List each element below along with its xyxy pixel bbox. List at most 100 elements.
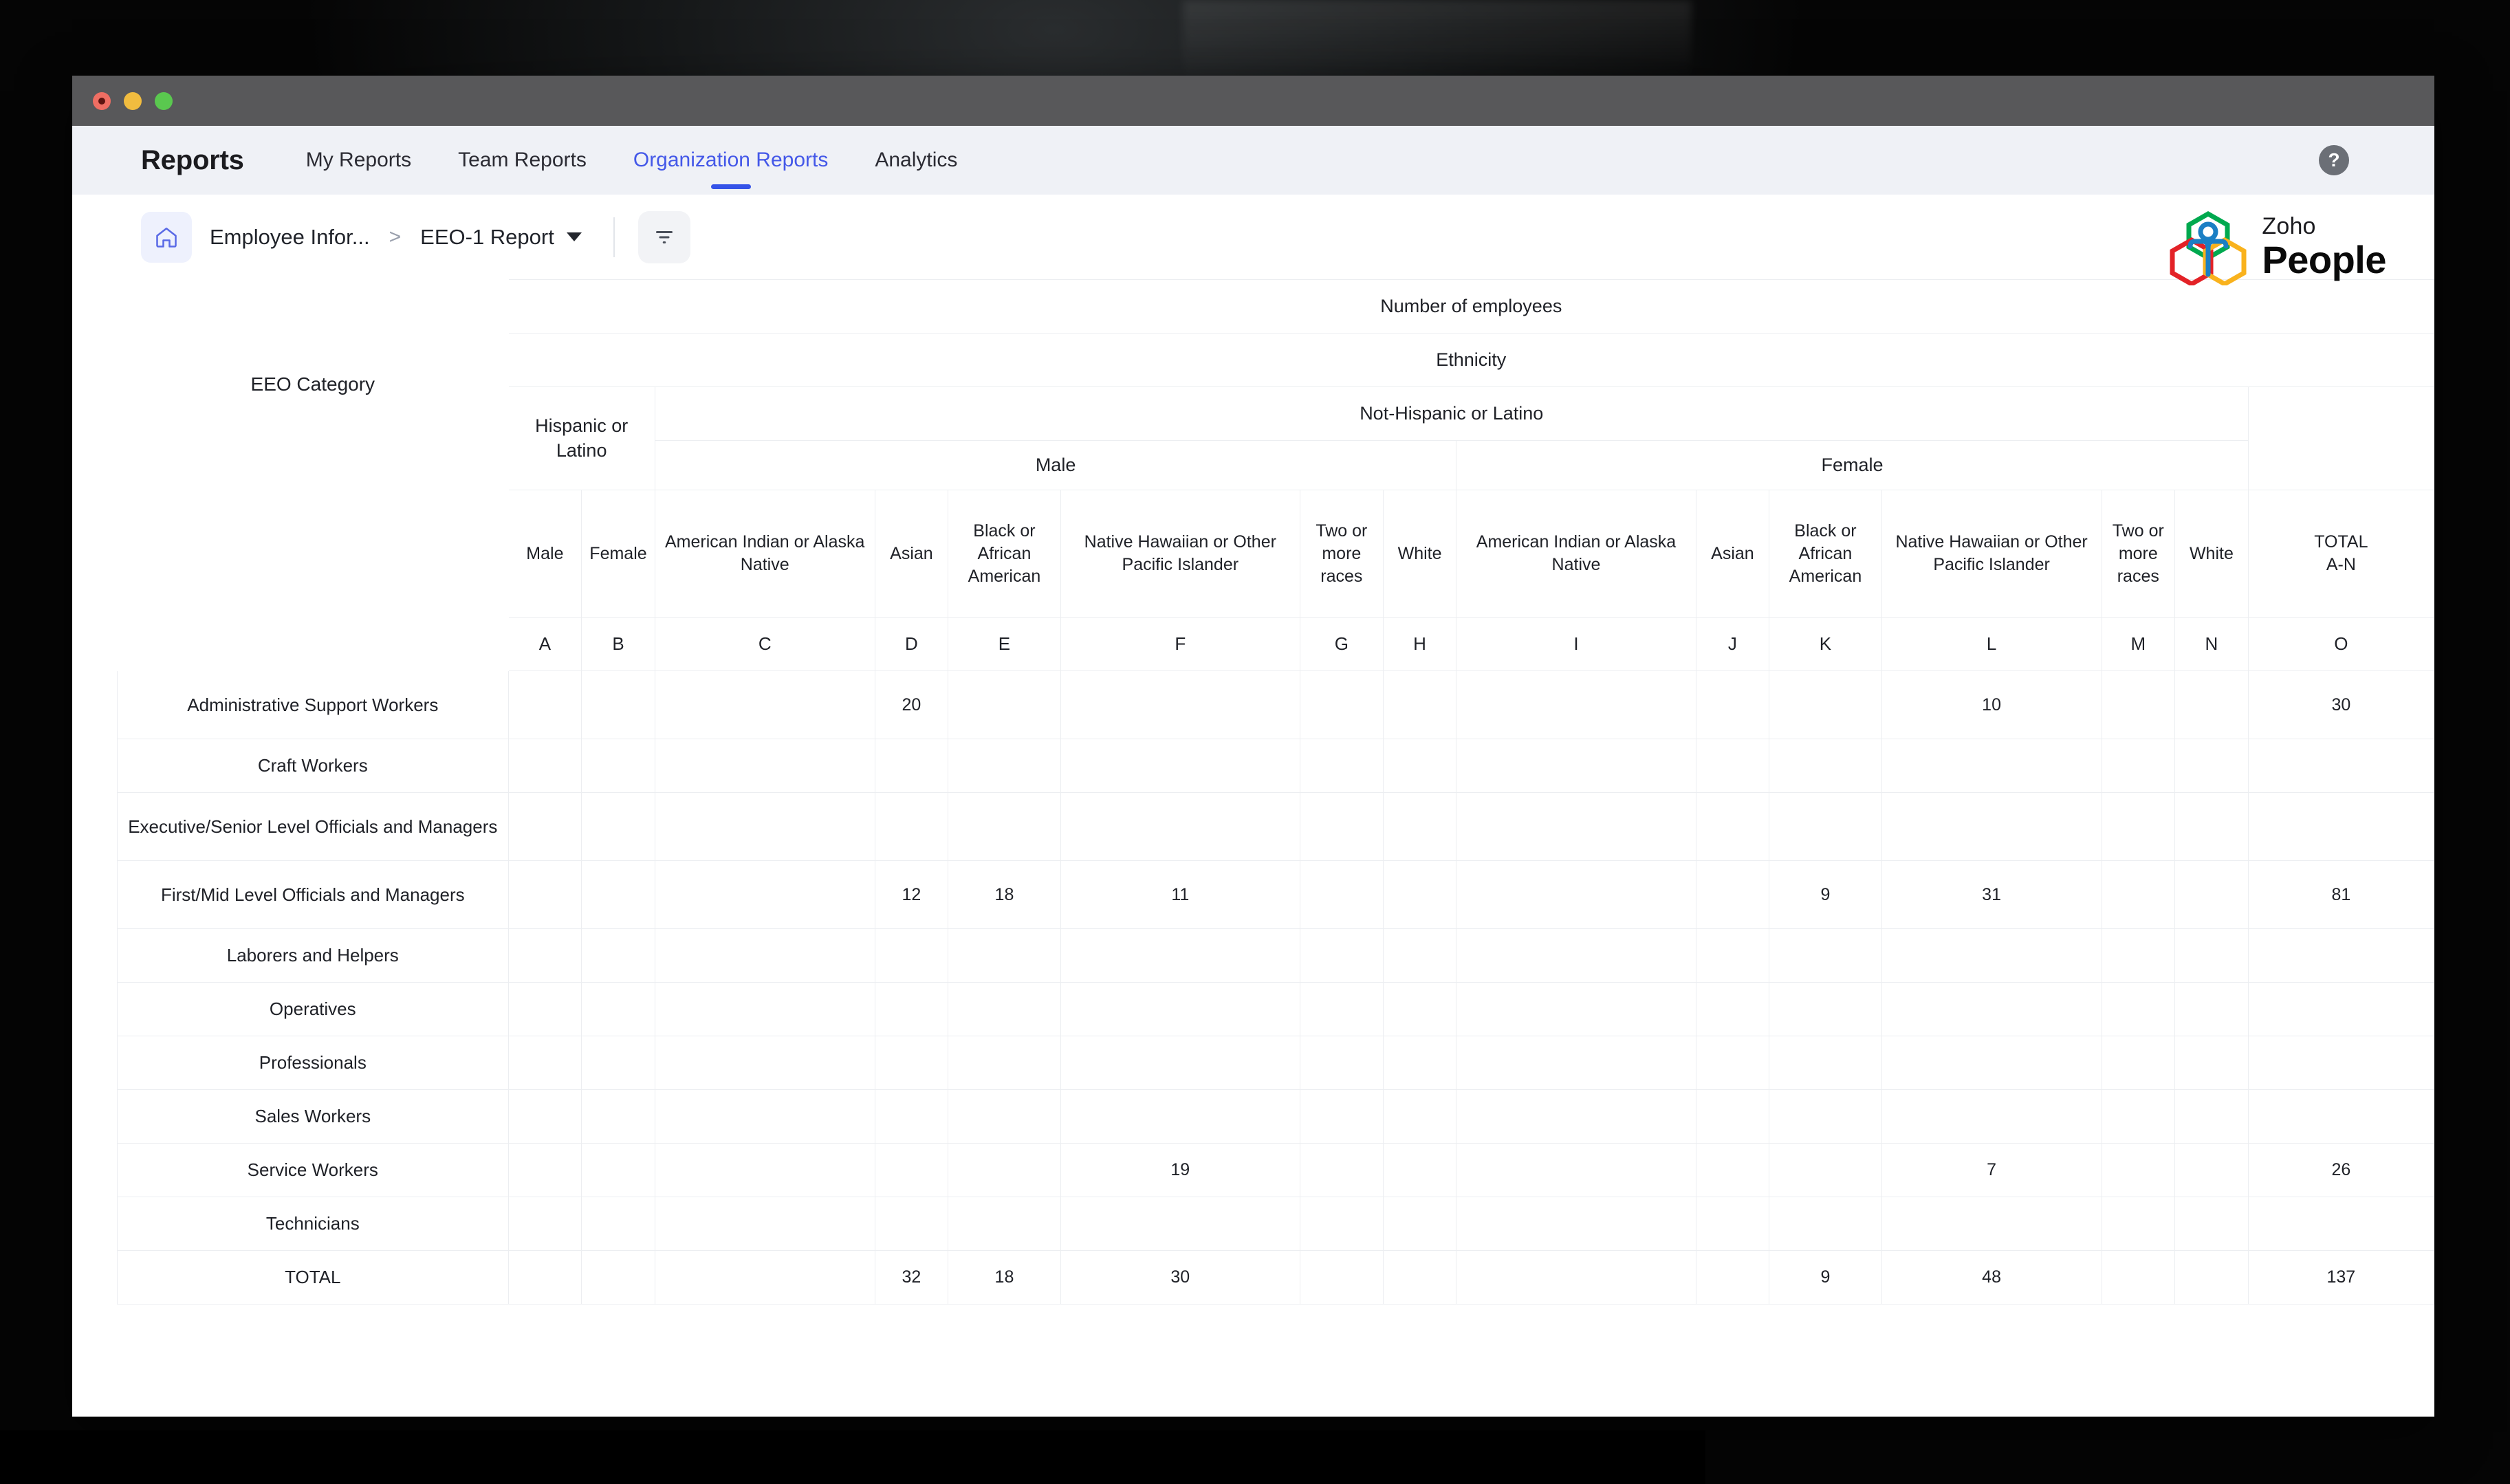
cell-J bbox=[1695, 1197, 1770, 1251]
zoho-hex-icon bbox=[2170, 210, 2247, 285]
cell-F bbox=[1060, 792, 1300, 861]
cell-A bbox=[508, 982, 582, 1036]
cell-B bbox=[581, 1036, 655, 1090]
table-row: Operatives bbox=[117, 982, 2434, 1036]
col-header-male-tworaces: Two or more races bbox=[1299, 490, 1384, 618]
cell-K bbox=[1769, 928, 1882, 983]
cell-N bbox=[2174, 928, 2249, 983]
col-letter-i: I bbox=[1456, 617, 1696, 671]
minimize-window-button[interactable] bbox=[124, 91, 142, 110]
col-header-male-amerindian: American Indian or Alaska Native bbox=[654, 490, 875, 618]
cell-N bbox=[2174, 1197, 2249, 1251]
table-row: Service Workers 19 7 26 bbox=[117, 1143, 2434, 1197]
cell-A bbox=[508, 1036, 582, 1090]
close-window-button[interactable] bbox=[93, 91, 111, 110]
total-header-line2: A-N bbox=[2326, 555, 2356, 574]
cell-M bbox=[2101, 1197, 2176, 1251]
row-label: TOTAL bbox=[117, 1250, 509, 1305]
cell-B bbox=[581, 982, 655, 1036]
cell-D: 12 bbox=[874, 860, 949, 929]
chevron-down-icon[interactable] bbox=[566, 232, 582, 241]
tab-team-reports[interactable]: Team Reports bbox=[458, 126, 587, 195]
cell-M bbox=[2101, 1089, 2176, 1144]
col-letter-a: A bbox=[508, 617, 582, 671]
col-header-hisp-male: Male bbox=[508, 490, 582, 618]
col-header-female-black: Black or African American bbox=[1769, 490, 1882, 618]
cell-N bbox=[2174, 982, 2249, 1036]
cell-E bbox=[948, 1089, 1061, 1144]
cell-D bbox=[874, 739, 949, 793]
cell-N bbox=[2174, 1143, 2249, 1197]
breadcrumb-current[interactable]: EEO-1 Report bbox=[420, 225, 554, 250]
cell-G bbox=[1299, 670, 1384, 739]
cell-I bbox=[1456, 982, 1696, 1036]
cell-E bbox=[948, 670, 1061, 739]
breadcrumb-parent[interactable]: Employee Infor... bbox=[210, 225, 370, 250]
col-letter-h: H bbox=[1382, 617, 1457, 671]
cell-J bbox=[1695, 982, 1770, 1036]
cell-M bbox=[2101, 739, 2176, 793]
row-label: Administrative Support Workers bbox=[117, 670, 509, 739]
cell-F bbox=[1060, 1036, 1300, 1090]
total-header-line1: TOTAL bbox=[2314, 532, 2368, 552]
cell-D bbox=[874, 1089, 949, 1144]
filter-icon[interactable] bbox=[637, 210, 690, 263]
cell-L bbox=[1881, 1036, 2102, 1090]
col-header-total-an: TOTAL A-N bbox=[2247, 490, 2434, 618]
table-row: Professionals bbox=[117, 1036, 2434, 1090]
cell-K bbox=[1769, 739, 1882, 793]
tab-organization-reports[interactable]: Organization Reports bbox=[633, 126, 828, 195]
spacer-cell bbox=[118, 618, 509, 671]
cell-F bbox=[1060, 982, 1300, 1036]
main-tabs: My Reports Team Reports Organization Rep… bbox=[306, 126, 1005, 195]
cell-C bbox=[654, 1089, 875, 1144]
header-number-of-employees: Number of employees bbox=[508, 279, 2434, 334]
table-row-total: TOTAL 32 18 30 9 48 137 bbox=[117, 1250, 2434, 1305]
spacer-cell bbox=[118, 490, 509, 618]
cell-C bbox=[654, 1036, 875, 1090]
cell-B bbox=[581, 739, 655, 793]
app-window: Reports My Reports Team Reports Organiza… bbox=[72, 76, 2434, 1417]
cell-G bbox=[1299, 928, 1384, 983]
table-row: Administrative Support Workers 20 10 30 bbox=[117, 670, 2434, 739]
table-row: First/Mid Level Officials and Managers 12… bbox=[117, 860, 2434, 929]
cell-K bbox=[1769, 670, 1882, 739]
help-icon[interactable]: ? bbox=[2319, 145, 2349, 175]
cell-H bbox=[1382, 670, 1457, 739]
cell-H bbox=[1382, 739, 1457, 793]
cell-E: 18 bbox=[948, 860, 1061, 929]
col-header-hisp-female: Female bbox=[581, 490, 655, 618]
cell-I bbox=[1456, 1036, 1696, 1090]
cell-E bbox=[948, 928, 1061, 983]
cell-A bbox=[508, 670, 582, 739]
tab-my-reports[interactable]: My Reports bbox=[306, 126, 411, 195]
home-icon[interactable] bbox=[141, 211, 192, 263]
cell-I bbox=[1456, 860, 1696, 929]
cell-D: 20 bbox=[874, 670, 949, 739]
cell-C bbox=[654, 1143, 875, 1197]
tab-analytics[interactable]: Analytics bbox=[875, 126, 957, 195]
cell-H bbox=[1382, 982, 1457, 1036]
header-not-hispanic-or-latino: Not-Hispanic or Latino bbox=[654, 386, 2249, 441]
breadcrumb: Employee Infor... > EEO-1 Report Zoho Pe… bbox=[96, 195, 2434, 285]
breadcrumb-separator: > bbox=[389, 225, 402, 248]
cell-J bbox=[1695, 928, 1770, 983]
cell-L: 10 bbox=[1881, 670, 2102, 739]
cell-L bbox=[1881, 928, 2102, 983]
cell-J bbox=[1695, 860, 1770, 929]
row-label: Craft Workers bbox=[117, 739, 509, 793]
col-letter-b: B bbox=[581, 617, 655, 671]
col-header-female-white: White bbox=[2174, 490, 2249, 618]
maximize-window-button[interactable] bbox=[155, 91, 173, 110]
cell-G bbox=[1299, 860, 1384, 929]
cell-G bbox=[1299, 739, 1384, 793]
cell-I bbox=[1456, 670, 1696, 739]
cell-A bbox=[508, 1143, 582, 1197]
cell-C bbox=[654, 928, 875, 983]
cell-I bbox=[1456, 1197, 1696, 1251]
cell-B bbox=[581, 1089, 655, 1144]
header-group-female: Female bbox=[1456, 440, 2249, 490]
cell-C bbox=[654, 860, 875, 929]
cell-I bbox=[1456, 928, 1696, 983]
cell-L: 7 bbox=[1881, 1143, 2102, 1197]
